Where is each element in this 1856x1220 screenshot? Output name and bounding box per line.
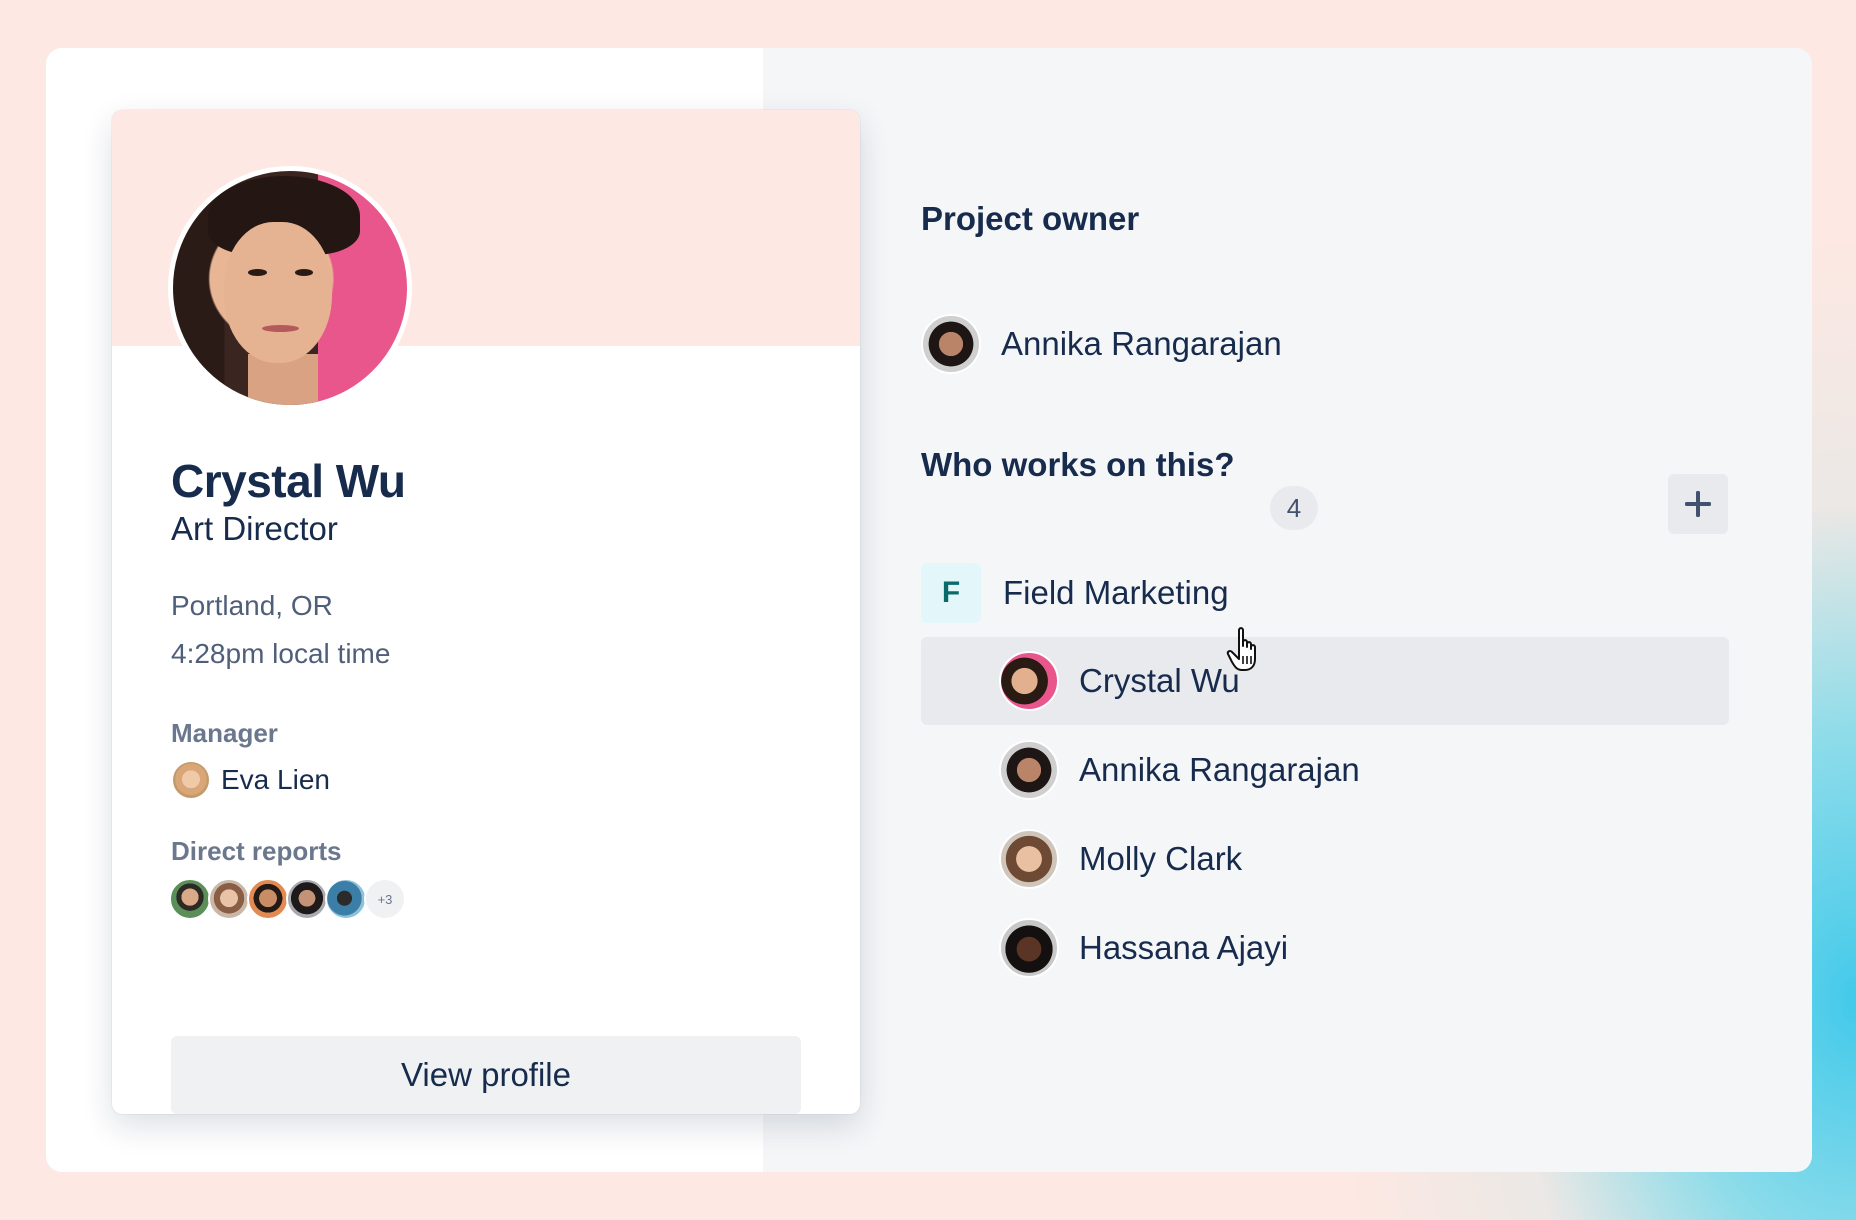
add-contributor-button[interactable] [1668, 474, 1728, 534]
direct-report-avatar[interactable] [247, 878, 289, 920]
member-name: Crystal Wu [1079, 662, 1240, 699]
member-row[interactable]: Molly Clark [999, 829, 1242, 889]
plus-icon [1685, 491, 1711, 517]
team-entry-field-marketing[interactable]: F Field Marketing [921, 563, 1229, 623]
manager-name[interactable]: Eva Lien [221, 764, 330, 796]
profile-job-title: Art Director [171, 510, 338, 547]
contributors-heading: Who works on this? [921, 446, 1235, 483]
manager-label: Manager [171, 718, 278, 748]
member-name: Annika Rangarajan [1079, 751, 1360, 788]
member-name: Molly Clark [1079, 840, 1243, 877]
member-avatar [999, 740, 1059, 800]
profile-avatar [168, 166, 412, 410]
member-row[interactable]: Hassana Ajayi [999, 918, 1288, 978]
profile-name: Crystal Wu [171, 455, 406, 507]
team-name: Field Marketing [1003, 574, 1229, 611]
direct-report-avatar[interactable] [208, 878, 250, 920]
project-owner-entry[interactable]: Annika Rangarajan [921, 314, 1282, 374]
member-avatar [999, 918, 1059, 978]
member-name: Hassana Ajayi [1079, 929, 1289, 966]
profile-location: Portland, OR [171, 590, 333, 621]
view-profile-button[interactable]: View profile [171, 1036, 801, 1114]
project-owner-name: Annika Rangarajan [1001, 325, 1282, 362]
profile-card: Crystal Wu Art Director Portland, OR 4:2… [112, 110, 860, 1114]
project-owner-avatar [921, 314, 981, 374]
manager-avatar [171, 760, 211, 800]
member-avatar [999, 651, 1059, 711]
direct-report-avatar[interactable] [169, 878, 211, 920]
direct-report-avatar[interactable] [325, 878, 367, 920]
member-row[interactable]: Crystal Wu [999, 651, 1240, 711]
contributors-count-badge: 4 [1270, 486, 1318, 530]
direct-report-avatar[interactable] [286, 878, 328, 920]
manager-entry[interactable]: Eva Lien [171, 760, 330, 800]
project-owner-heading: Project owner [921, 200, 1140, 237]
direct-reports-more-badge[interactable]: +3 [364, 878, 406, 920]
direct-reports-list: +3 [169, 878, 406, 920]
team-icon: F [921, 563, 981, 623]
member-avatar [999, 829, 1059, 889]
member-row[interactable]: Annika Rangarajan [999, 740, 1360, 800]
app-frame: Crystal Wu Art Director Portland, OR 4:2… [46, 48, 1812, 1172]
hand-pointer-cursor-icon [1226, 627, 1256, 671]
profile-local-time: 4:28pm local time [171, 638, 391, 669]
direct-reports-label: Direct reports [171, 836, 342, 866]
